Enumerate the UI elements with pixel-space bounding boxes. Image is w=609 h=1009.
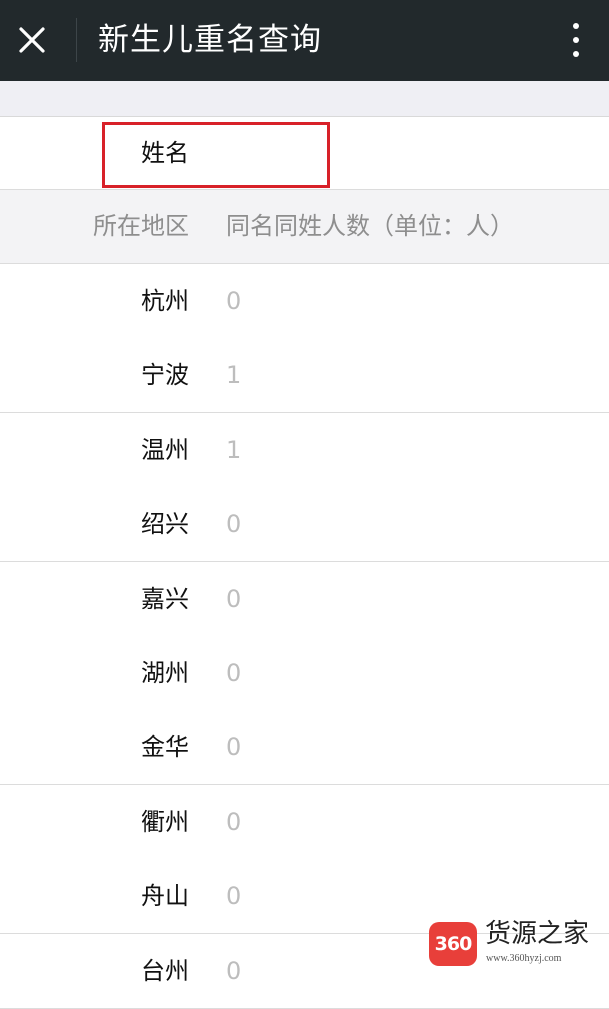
- watermark-name: 货源之家: [485, 919, 590, 949]
- region-cell: 衢州: [141, 808, 189, 836]
- count-cell: 0: [226, 659, 242, 687]
- header-region: 所在地区: [93, 212, 189, 240]
- table-row: 绍兴 0: [0, 487, 609, 562]
- table-header: 所在地区 同名同姓人数（单位：人）: [0, 190, 609, 264]
- watermark: 360 货源之家 www.360hyzj.com: [429, 918, 609, 972]
- region-cell: 金华: [141, 733, 189, 761]
- region-cell: 嘉兴: [141, 585, 189, 613]
- close-button[interactable]: [12, 20, 52, 60]
- count-cell: 0: [226, 882, 242, 910]
- table-row: 杭州 0: [0, 264, 609, 339]
- region-cell: 台州: [141, 957, 189, 985]
- count-cell: 0: [226, 733, 242, 761]
- page-title: 新生儿重名查询: [98, 22, 322, 58]
- header-count: 同名同姓人数（单位：人）: [226, 212, 514, 240]
- count-cell: 0: [226, 510, 242, 538]
- region-cell: 绍兴: [141, 510, 189, 538]
- count-cell: 0: [226, 808, 242, 836]
- count-cell: 1: [226, 436, 242, 464]
- table-row: 金华 0: [0, 710, 609, 785]
- region-cell: 宁波: [141, 361, 189, 389]
- more-vertical-icon: [573, 23, 579, 29]
- table-row: 温州 1: [0, 413, 609, 488]
- top-bar: 新生儿重名查询: [0, 0, 609, 81]
- table-row: 宁波 1: [0, 338, 609, 413]
- section-spacer: [0, 81, 609, 117]
- region-cell: 湖州: [141, 659, 189, 687]
- more-menu-button[interactable]: [562, 19, 590, 61]
- table-row: 湖州 0: [0, 636, 609, 711]
- table-row: 嘉兴 0: [0, 562, 609, 637]
- region-cell: 杭州: [141, 287, 189, 315]
- region-cell: 舟山: [141, 882, 189, 910]
- name-highlight-box: [102, 122, 330, 188]
- count-cell: 1: [226, 361, 242, 389]
- region-cell: 温州: [141, 436, 189, 464]
- count-cell: 0: [226, 287, 242, 315]
- watermark-logo-badge: 360: [429, 922, 477, 966]
- topbar-divider: [76, 18, 77, 62]
- close-icon: [19, 27, 45, 53]
- watermark-url: www.360hyzj.com: [486, 953, 562, 964]
- count-cell: 0: [226, 585, 242, 613]
- count-cell: 0: [226, 957, 242, 985]
- table-row: 衢州 0: [0, 785, 609, 860]
